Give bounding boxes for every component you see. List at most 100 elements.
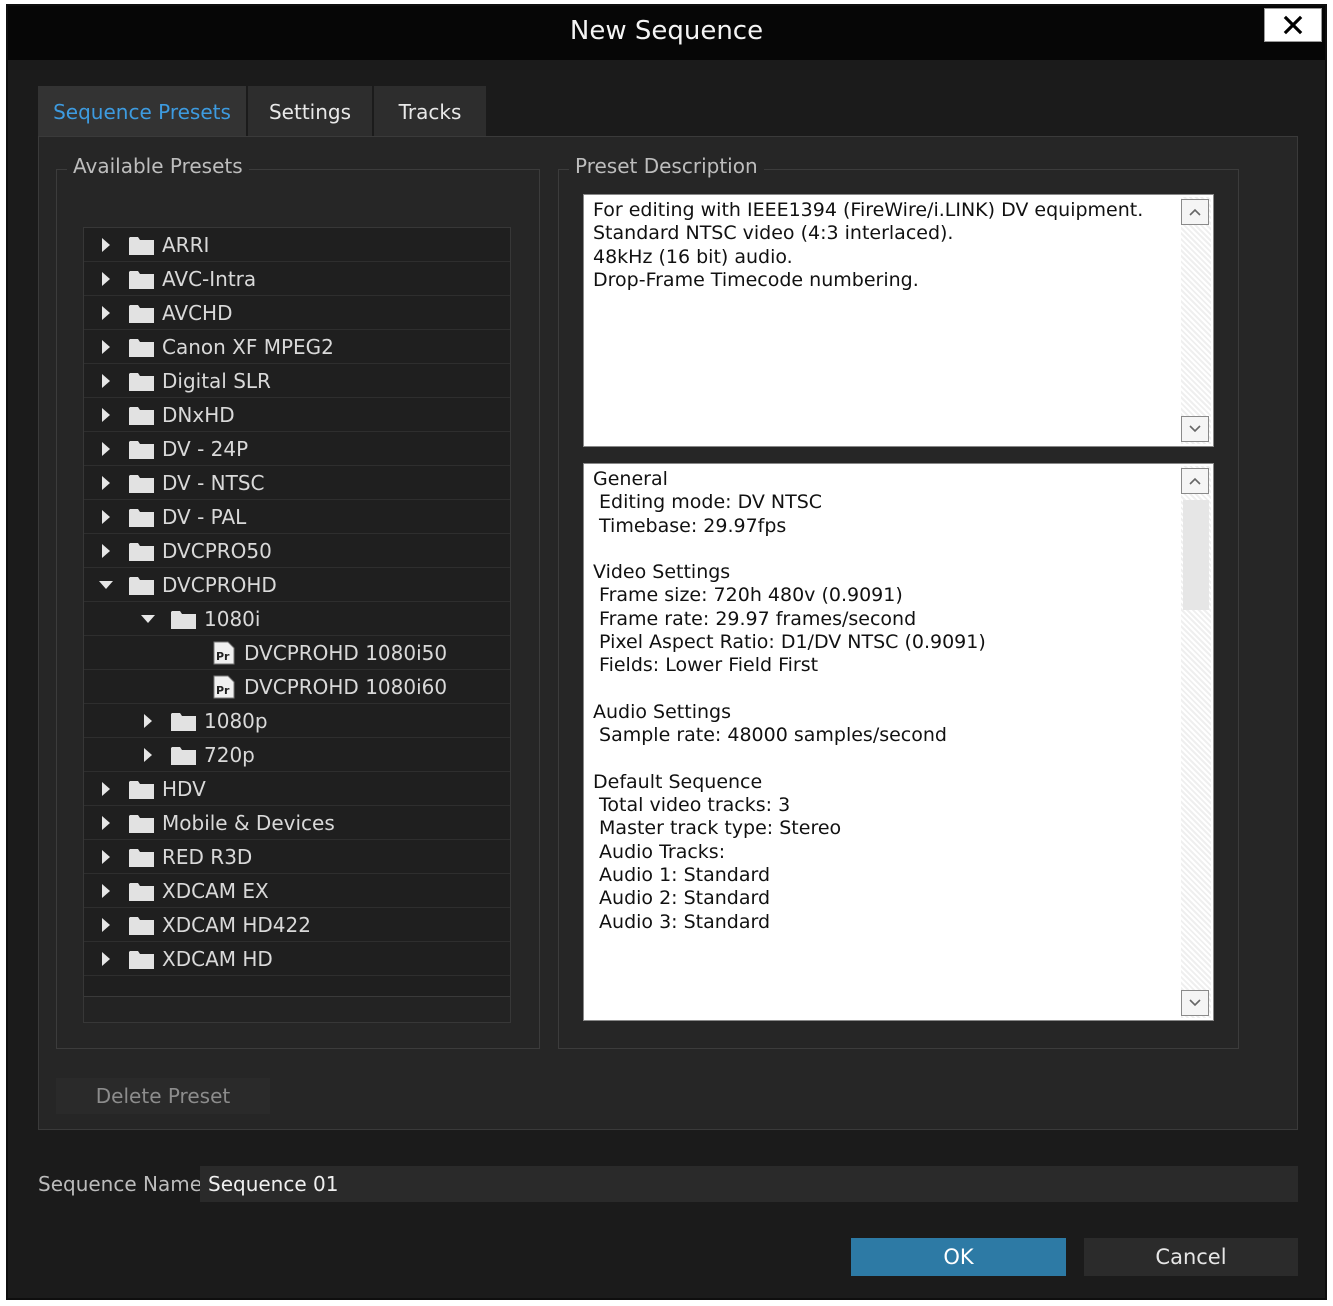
preset-folder-row[interactable]: RED R3D bbox=[84, 840, 510, 874]
chevron-right-icon[interactable] bbox=[98, 237, 114, 253]
preset-description-label: Preset Description bbox=[569, 154, 764, 178]
preset-item[interactable]: Pr DVCPROHD 1080i50 bbox=[84, 636, 510, 670]
description-details-box: General Editing mode: DV NTSC Timebase: … bbox=[583, 463, 1214, 1021]
preset-folder-row[interactable]: Digital SLR bbox=[84, 364, 510, 398]
delete-preset-button[interactable]: Delete Preset bbox=[56, 1078, 270, 1114]
preset-item-label: DVCPROHD bbox=[162, 573, 277, 597]
preset-icon-text: Pr bbox=[216, 684, 230, 697]
folder-icon bbox=[129, 917, 154, 935]
close-button[interactable] bbox=[1264, 8, 1322, 42]
folder-icon bbox=[129, 339, 154, 357]
scroll-up-button[interactable] bbox=[1181, 199, 1209, 225]
preset-folder-row[interactable]: DVCPRO50 bbox=[84, 534, 510, 568]
preset-item-label: AVC-Intra bbox=[162, 267, 257, 291]
preset-folder-row[interactable]: ARRI bbox=[84, 228, 510, 262]
premiere-preset-file-icon: Pr bbox=[213, 675, 235, 699]
preset-folder-row[interactable]: HDV bbox=[84, 772, 510, 806]
preset-folder-row[interactable]: DV - NTSC bbox=[84, 466, 510, 500]
preset-folder-row[interactable]: Mobile & Devices bbox=[84, 806, 510, 840]
preset-folder-row[interactable]: DVCPROHD bbox=[84, 568, 510, 602]
details-scrollbar[interactable] bbox=[1181, 466, 1211, 1018]
scroll-down-button[interactable] bbox=[1181, 990, 1209, 1016]
preset-folder-row[interactable]: Canon XF MPEG2 bbox=[84, 330, 510, 364]
preset-item-label: Mobile & Devices bbox=[162, 811, 335, 835]
chevron-right-icon[interactable] bbox=[98, 475, 114, 491]
chevron-right-icon[interactable] bbox=[140, 747, 156, 763]
chevron-right-icon[interactable] bbox=[98, 441, 114, 457]
dialog-title: New Sequence bbox=[569, 16, 764, 46]
title-bar: New Sequence bbox=[8, 6, 1325, 60]
chevron-right-icon[interactable] bbox=[98, 407, 114, 423]
sequence-name-input[interactable] bbox=[200, 1166, 1298, 1202]
chevron-right-icon[interactable] bbox=[98, 951, 114, 967]
tree-horizontal-scrollbar[interactable] bbox=[84, 996, 510, 1022]
folder-icon bbox=[171, 747, 196, 765]
chevron-right-icon[interactable] bbox=[98, 305, 114, 321]
tab-tracks[interactable]: Tracks bbox=[374, 86, 486, 138]
chevron-right-icon[interactable] bbox=[98, 917, 114, 933]
preset-folder-row[interactable]: XDCAM HD bbox=[84, 942, 510, 976]
preset-tree[interactable]: XDCAM HD XDCAM HD422 XDCAM EX RED R3D Mobile… bbox=[83, 227, 511, 1023]
chevron-right-icon[interactable] bbox=[98, 849, 114, 865]
folder-icon bbox=[171, 611, 196, 629]
folder-icon bbox=[129, 849, 154, 867]
arrow-down-icon bbox=[1189, 999, 1201, 1007]
folder-icon bbox=[129, 543, 154, 561]
preset-folder-row[interactable]: 720p bbox=[84, 738, 510, 772]
cancel-button[interactable]: Cancel bbox=[1084, 1238, 1298, 1276]
preset-folder-row[interactable]: DNxHD bbox=[84, 398, 510, 432]
description-details-text: General Editing mode: DV NTSC Timebase: … bbox=[593, 468, 986, 933]
preset-folder-row[interactable]: 1080p bbox=[84, 704, 510, 738]
folder-icon bbox=[129, 407, 154, 425]
ok-button[interactable]: OK bbox=[851, 1238, 1066, 1276]
chevron-down-icon[interactable] bbox=[140, 611, 156, 627]
folder-icon bbox=[129, 271, 154, 289]
preset-folder-row[interactable]: AVC-Intra bbox=[84, 262, 510, 296]
chevron-down-icon[interactable] bbox=[98, 577, 114, 593]
preset-item-label: XDCAM EX bbox=[162, 879, 269, 903]
preset-item[interactable]: Pr DVCPROHD 1080i60 bbox=[84, 670, 510, 704]
scroll-down-button[interactable] bbox=[1181, 416, 1209, 442]
chevron-right-icon[interactable] bbox=[98, 781, 114, 797]
tab-settings[interactable]: Settings bbox=[248, 86, 372, 138]
folder-icon bbox=[129, 815, 154, 833]
sequence-presets-panel: Available Presets XDCAM HD XDCAM HD422 XDC… bbox=[38, 136, 1298, 1130]
preset-folder-row[interactable]: 1080i bbox=[84, 602, 510, 636]
preset-item-label: XDCAM HD bbox=[162, 947, 273, 971]
chevron-right-icon[interactable] bbox=[98, 509, 114, 525]
folder-icon bbox=[129, 883, 154, 901]
folder-icon bbox=[129, 781, 154, 799]
preset-folder-row[interactable]: XDCAM EX bbox=[84, 874, 510, 908]
available-presets-group: Available Presets XDCAM HD XDCAM HD422 XDC… bbox=[56, 154, 540, 1049]
scroll-thumb[interactable] bbox=[1183, 500, 1209, 610]
preset-item-label: DNxHD bbox=[162, 403, 235, 427]
chevron-right-icon[interactable] bbox=[98, 373, 114, 389]
preset-item-label: DVCPROHD 1080i50 bbox=[244, 641, 448, 665]
summary-scrollbar[interactable] bbox=[1181, 197, 1211, 444]
scroll-up-button[interactable] bbox=[1181, 468, 1209, 494]
preset-item-label: Digital SLR bbox=[162, 369, 271, 393]
folder-icon bbox=[129, 441, 154, 459]
folder-icon bbox=[129, 509, 154, 527]
preset-item-label: Canon XF MPEG2 bbox=[162, 335, 334, 359]
preset-item-label: DV - NTSC bbox=[162, 471, 265, 495]
tab-sequence-presets[interactable]: Sequence Presets bbox=[38, 86, 246, 138]
chevron-right-icon[interactable] bbox=[98, 339, 114, 355]
preset-icon-text: Pr bbox=[216, 650, 230, 663]
preset-item-label: DV - 24P bbox=[162, 437, 249, 461]
premiere-preset-file-icon: Pr bbox=[213, 641, 235, 665]
close-icon bbox=[1283, 15, 1303, 35]
chevron-right-icon[interactable] bbox=[98, 883, 114, 899]
preset-folder-row[interactable]: XDCAM HD422 bbox=[84, 908, 510, 942]
folder-icon bbox=[129, 951, 154, 969]
chevron-right-icon[interactable] bbox=[140, 713, 156, 729]
preset-folder-row[interactable]: DV - 24P bbox=[84, 432, 510, 466]
preset-item-label: ARRI bbox=[162, 233, 210, 257]
chevron-right-icon[interactable] bbox=[98, 271, 114, 287]
chevron-right-icon[interactable] bbox=[98, 815, 114, 831]
chevron-right-icon[interactable] bbox=[98, 543, 114, 559]
available-presets-label: Available Presets bbox=[67, 154, 249, 178]
preset-folder-row[interactable]: DV - PAL bbox=[84, 500, 510, 534]
folder-icon bbox=[129, 373, 154, 391]
preset-folder-row[interactable]: AVCHD bbox=[84, 296, 510, 330]
